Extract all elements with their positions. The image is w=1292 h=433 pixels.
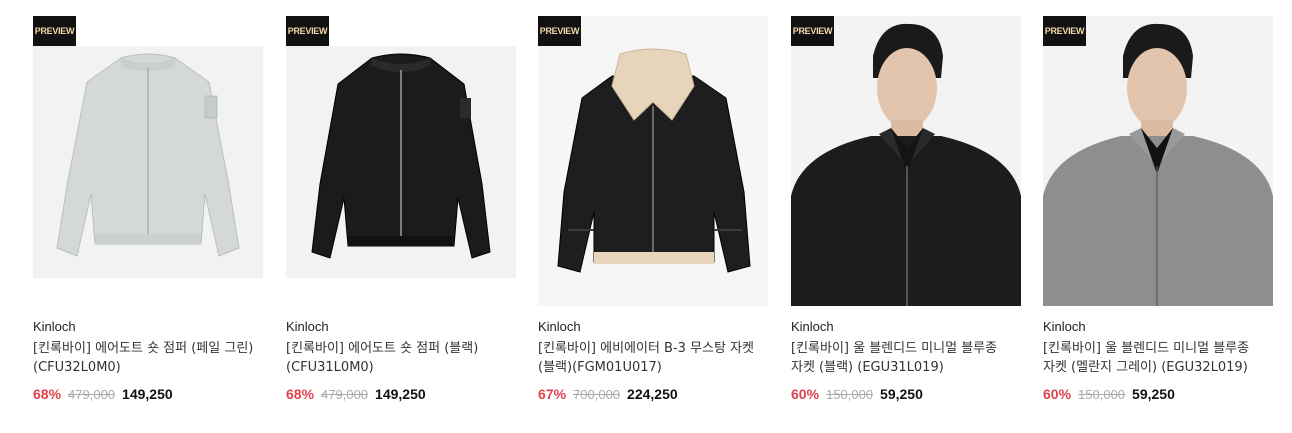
discount-rate: 68% [286, 386, 315, 402]
black-bomber-jacket-image [286, 16, 516, 306]
product-card[interactable]: PREVIEW Kinloch [킨록바이] 울 블렌디드 미니멀 블루종 자켓… [1043, 16, 1273, 416]
product-image-shearling-jacket[interactable]: PREVIEW [538, 16, 768, 306]
product-brand: Kinloch [33, 319, 76, 334]
pale-green-bomber-jacket-image [33, 16, 263, 306]
price-row: 68% 479,000 149,250 [33, 386, 173, 402]
product-brand: Kinloch [538, 319, 581, 334]
product-name[interactable]: [킨록바이] 울 블렌디드 미니멀 블루종 자켓 (멜란지 그레이) (EGU3… [1043, 339, 1273, 377]
product-image-pale-green-jacket[interactable]: PREVIEW [33, 16, 263, 306]
sale-price: 149,250 [122, 386, 173, 402]
black-shearling-aviator-jacket-image [538, 16, 768, 306]
discount-rate: 68% [33, 386, 62, 402]
discount-rate: 67% [538, 386, 567, 402]
product-name[interactable]: [킨록바이] 에비에이터 B-3 무스탕 자켓 (블랙)(FGM01U017) [538, 339, 768, 377]
original-price: 700,000 [573, 387, 621, 402]
price-row: 67% 700,000 224,250 [538, 386, 678, 402]
product-name[interactable]: [킨록바이] 울 블렌디드 미니멀 블루종 자켓 (블랙) (EGU31L019… [791, 339, 1021, 377]
sale-price: 59,250 [1132, 386, 1175, 402]
product-card[interactable]: PREVIEW Kinloch [킨록바이] 에어도트 숏 점퍼 (블랙)(CF… [286, 16, 516, 416]
product-brand: Kinloch [1043, 319, 1086, 334]
product-image-model-black[interactable]: PREVIEW [791, 16, 1021, 306]
preview-badge: PREVIEW [538, 16, 581, 46]
product-brand: Kinloch [286, 319, 329, 334]
price-row: 60% 150,000 59,250 [1043, 386, 1175, 402]
product-brand: Kinloch [791, 319, 834, 334]
preview-badge: PREVIEW [791, 16, 834, 46]
sale-price: 59,250 [880, 386, 923, 402]
sale-price: 224,250 [627, 386, 678, 402]
original-price: 150,000 [1078, 387, 1126, 402]
product-card[interactable]: PREVIEW Kinloch [킨록바이] 에비에이터 B-3 무스탕 자켓 … [538, 16, 768, 416]
original-price: 479,000 [68, 387, 116, 402]
model-grey-wool-blouson-image [1043, 16, 1273, 306]
product-card[interactable]: PREVIEW Kinloch [킨록바이] 에어도트 숏 점퍼 (페일 그린)… [33, 16, 263, 416]
product-image-black-jacket[interactable]: PREVIEW [286, 16, 516, 306]
model-black-wool-blouson-image [791, 16, 1021, 306]
original-price: 479,000 [321, 387, 369, 402]
product-grid: PREVIEW Kinloch [킨록바이] 에어도트 숏 점퍼 (페일 그린)… [0, 0, 1292, 433]
product-card[interactable]: PREVIEW Kinloch [킨록바이] 울 블렌디드 미니멀 블루종 자켓… [791, 16, 1021, 416]
discount-rate: 60% [1043, 386, 1072, 402]
original-price: 150,000 [826, 387, 874, 402]
discount-rate: 60% [791, 386, 820, 402]
preview-badge: PREVIEW [286, 16, 329, 46]
preview-badge: PREVIEW [33, 16, 76, 46]
product-name[interactable]: [킨록바이] 에어도트 숏 점퍼 (페일 그린)(CFU32L0M0) [33, 339, 263, 377]
sale-price: 149,250 [375, 386, 426, 402]
price-row: 68% 479,000 149,250 [286, 386, 426, 402]
price-row: 60% 150,000 59,250 [791, 386, 923, 402]
product-image-model-grey[interactable]: PREVIEW [1043, 16, 1273, 306]
product-name[interactable]: [킨록바이] 에어도트 숏 점퍼 (블랙)(CFU31L0M0) [286, 339, 516, 377]
preview-badge: PREVIEW [1043, 16, 1086, 46]
